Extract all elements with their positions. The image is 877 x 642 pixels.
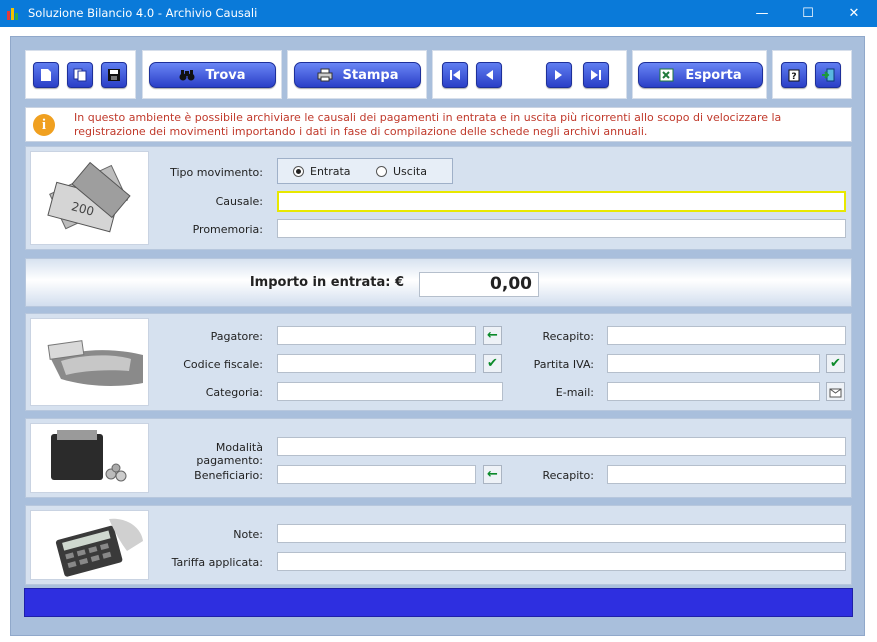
export-label: Esporta [685, 67, 742, 83]
find-button[interactable]: Trova [149, 62, 276, 88]
export-toolbar: Esporta [632, 50, 767, 99]
wallet-image [30, 423, 149, 493]
amount-label: Importo in entrata: € [249, 275, 404, 290]
next-record-icon [555, 70, 562, 80]
send-email-button[interactable] [826, 382, 845, 401]
payer-input[interactable] [277, 326, 476, 345]
close-button[interactable]: ✕ [831, 0, 877, 27]
find-label: Trova [205, 67, 246, 83]
radio-entrata-label: Entrata [310, 165, 351, 178]
banknotes-image: 500 200 [30, 151, 149, 245]
movement-type-label: Tipo movimento: [170, 166, 263, 179]
save-button[interactable] [101, 62, 127, 88]
save-icon [108, 69, 120, 81]
app-icon [7, 8, 18, 20]
find-toolbar: Trova [142, 50, 282, 99]
vat-number-input[interactable] [607, 354, 820, 373]
client-area: Trova Stampa Esporta ? i In questo ambie… [0, 27, 877, 642]
printer-icon [317, 68, 332, 82]
exit-button[interactable] [815, 62, 841, 88]
maximize-button[interactable]: ☐ [785, 0, 831, 27]
amount-field[interactable]: 0,00 [419, 272, 539, 297]
vat-number-label: Partita IVA: [533, 358, 594, 371]
maximize-icon: ☐ [802, 6, 814, 21]
copy-icon [73, 68, 87, 82]
tax-code-input[interactable] [277, 354, 476, 373]
new-button[interactable] [33, 62, 59, 88]
email-label: E-mail: [555, 386, 594, 399]
notes-input[interactable] [277, 524, 846, 543]
print-button[interactable]: Stampa [294, 62, 421, 88]
previous-record-button[interactable] [476, 62, 502, 88]
close-icon: ✕ [848, 6, 860, 21]
copy-button[interactable] [67, 62, 93, 88]
notes-panel: Note: Tariffa applicata: [25, 505, 852, 585]
file-toolbar [25, 50, 136, 99]
notes-label: Note: [233, 528, 263, 541]
movement-type-group: Entrata Uscita [277, 158, 453, 184]
promemoria-input[interactable] [277, 219, 846, 238]
status-bar [24, 588, 853, 617]
movement-panel: 500 200 Tipo movimento: Entrata Uscita C… [25, 146, 852, 250]
radio-uscita[interactable] [376, 166, 387, 177]
category-label: Categoria: [205, 386, 263, 399]
verify-vat-button[interactable]: ✔ [826, 354, 845, 373]
help-toolbar: ? [772, 50, 852, 99]
payment-hand-image [30, 318, 149, 406]
category-input[interactable] [277, 382, 503, 401]
email-icon [829, 388, 842, 397]
export-button[interactable]: Esporta [638, 62, 763, 88]
radio-entrata[interactable] [293, 166, 304, 177]
beneficiary-input[interactable] [277, 465, 476, 484]
first-record-icon [450, 70, 460, 80]
binoculars-icon [179, 70, 195, 81]
print-toolbar: Stampa [287, 50, 427, 99]
last-record-button[interactable] [583, 62, 609, 88]
calculator-image [30, 510, 149, 580]
new-document-icon [41, 69, 51, 81]
beneficiary-label: Beneficiario: [194, 469, 263, 482]
info-bar: i In questo ambiente è possibile archivi… [25, 107, 852, 142]
main-frame: Trova Stampa Esporta ? i In questo ambie… [10, 36, 865, 636]
svg-text:?: ? [791, 72, 796, 82]
promemoria-label: Promemoria: [192, 223, 263, 236]
navigation-toolbar [432, 50, 627, 99]
print-label: Stampa [342, 67, 399, 83]
tariff-label: Tariffa applicata: [171, 556, 263, 569]
window-title: Soluzione Bilancio 4.0 - Archivio Causal… [28, 6, 258, 20]
beneficiary-address-label: Recapito: [542, 469, 595, 482]
payment-panel: Modalità pagamento: Beneficiario: ← Reca… [25, 418, 852, 498]
payment-method-input[interactable] [277, 437, 846, 456]
payer-address-label: Recapito: [542, 330, 595, 343]
minimize-icon: — [755, 6, 769, 21]
title-bar: Soluzione Bilancio 4.0 - Archivio Causal… [0, 0, 877, 27]
tariff-input[interactable] [277, 552, 846, 571]
info-text: In questo ambiente è possibile archiviar… [74, 111, 782, 138]
causale-input[interactable] [277, 191, 846, 212]
check-icon: ✔ [830, 356, 841, 371]
causale-label: Causale: [215, 195, 263, 208]
previous-record-icon [486, 70, 493, 80]
last-record-icon [591, 70, 601, 80]
minimize-button[interactable]: — [739, 0, 785, 27]
radio-uscita-label: Uscita [393, 165, 427, 178]
first-record-button[interactable] [442, 62, 468, 88]
amount-bar: Importo in entrata: € 0,00 [25, 258, 852, 307]
help-icon: ? [788, 69, 800, 82]
payer-panel: Pagatore: ← Recapito: Codice fiscale: ✔ … [25, 313, 852, 411]
info-icon: i [33, 114, 55, 136]
email-input[interactable] [607, 382, 820, 401]
payer-label: Pagatore: [210, 330, 263, 343]
payer-address-input[interactable] [607, 326, 846, 345]
payment-method-label: Modalità pagamento: [196, 441, 263, 467]
excel-icon [659, 68, 674, 82]
beneficiary-address-input[interactable] [607, 465, 846, 484]
next-record-button[interactable] [546, 62, 572, 88]
help-button[interactable]: ? [781, 62, 807, 88]
tax-code-label: Codice fiscale: [183, 358, 263, 371]
exit-icon [822, 68, 835, 82]
